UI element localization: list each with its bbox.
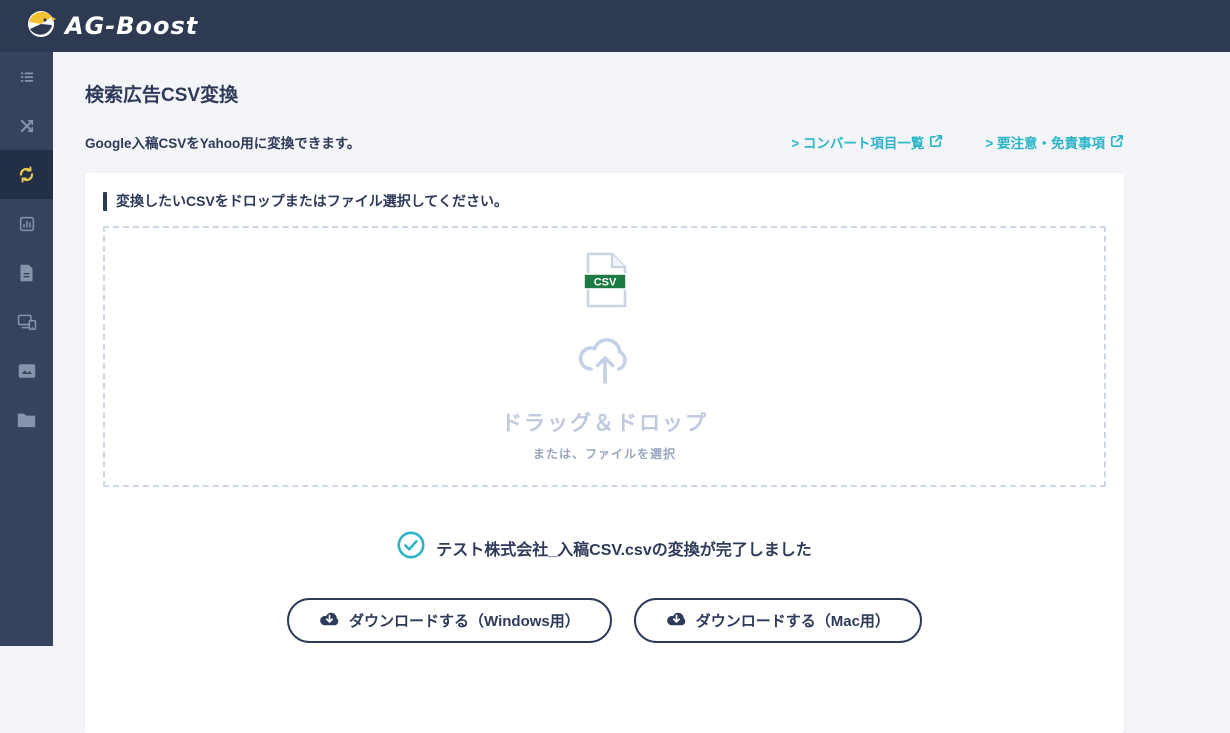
sidebar-item-csv-convert[interactable] [0, 150, 53, 199]
folder-icon [17, 412, 36, 428]
convert-sync-icon [17, 165, 36, 184]
converter-card: 変換したいCSVをドロップまたはファイル選択してください。 CSV ドラッグ＆ド… [85, 173, 1124, 733]
csv-dropzone[interactable]: CSV ドラッグ＆ドロップ または、ファイルを選択 [103, 226, 1106, 487]
conversion-result: テスト株式会社_入稿CSV.csvの変換が完了しました [103, 531, 1106, 564]
accent-bar [103, 191, 107, 211]
app-logo[interactable]: AG-Boost [26, 9, 198, 44]
subtitle-row: Google入稿CSVをYahoo用に変換できます。 > コンバート項目一覧 >… [85, 132, 1124, 152]
sidebar-item-images[interactable] [0, 346, 53, 395]
shuffle-icon [18, 117, 36, 135]
upload-instruction: 変換したいCSVをドロップまたはファイル選択してください。 [103, 191, 1106, 211]
sidebar-item-report[interactable] [0, 199, 53, 248]
dropzone-sub-text: または、ファイルを選択 [532, 447, 676, 461]
bar-chart-icon [18, 215, 36, 233]
dropzone-main-text: ドラッグ＆ドロップ [501, 412, 708, 435]
main-content: 検索広告CSV変換 Google入稿CSVをYahoo用に変換できます。 > コ… [53, 52, 1230, 733]
cloud-download-icon [319, 610, 340, 631]
page-title: 検索広告CSV変換 [85, 85, 239, 106]
sidebar-nav [0, 52, 53, 646]
devices-icon [17, 312, 37, 331]
download-windows-label: ダウンロードする（Windows用） [349, 613, 580, 630]
external-link-icon [929, 134, 943, 151]
list-icon [18, 68, 36, 86]
sidebar-item-shuffle[interactable] [0, 101, 53, 150]
conversion-result-message: テスト株式会社_入稿CSV.csvの変換が完了しました [436, 541, 812, 559]
csv-badge-label: CSV [593, 277, 616, 289]
convert-items-link-label: > コンバート項目一覧 [791, 136, 925, 151]
disclaimer-link[interactable]: > 要注意・免責事項 [985, 132, 1124, 152]
download-mac-label: ダウンロードする（Mac用） [695, 613, 890, 630]
csv-file-icon: CSV [582, 251, 628, 314]
download-windows-button[interactable]: ダウンロードする（Windows用） [287, 598, 612, 643]
external-link-icon [1110, 134, 1124, 151]
download-mac-button[interactable]: ダウンロードする（Mac用） [633, 598, 922, 643]
check-circle-icon [397, 531, 425, 564]
convert-items-link[interactable]: > コンバート項目一覧 [791, 132, 943, 152]
logo-text: AG-Boost [65, 12, 199, 40]
sidebar-item-devices[interactable] [0, 297, 53, 346]
help-links: > コンバート項目一覧 > 要注意・免責事項 [791, 132, 1124, 152]
app-header: AG-Boost [0, 0, 1230, 52]
cloud-upload-icon [572, 328, 638, 389]
sidebar-item-document[interactable] [0, 248, 53, 297]
download-buttons: ダウンロードする（Windows用） ダウンロードする（Mac用） [103, 598, 1106, 643]
sidebar-item-list[interactable] [0, 52, 53, 101]
upload-instruction-text: 変換したいCSVをドロップまたはファイル選択してください。 [116, 193, 508, 209]
page-subtitle: Google入稿CSVをYahoo用に変換できます。 [85, 136, 361, 151]
logo-bird-icon [26, 9, 56, 44]
cloud-download-icon [666, 610, 687, 631]
disclaimer-link-label: > 要注意・免責事項 [985, 136, 1105, 151]
sidebar-item-files[interactable] [0, 395, 53, 444]
image-icon [18, 363, 36, 379]
document-icon [18, 264, 35, 282]
